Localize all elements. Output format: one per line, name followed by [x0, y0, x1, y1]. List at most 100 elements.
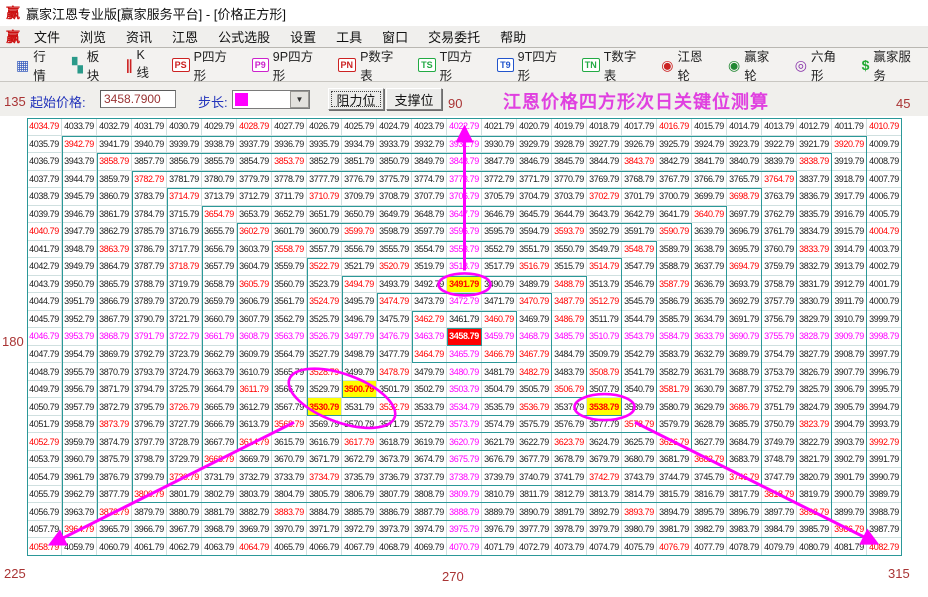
grid-cell: 3607.79 — [237, 311, 272, 329]
grid-cell: 3700.79 — [657, 188, 692, 206]
grid-cell: 3834.79 — [797, 223, 832, 241]
toolbar-button-T四方形[interactable]: TST四方形 — [410, 42, 489, 88]
grid-cell: 4028.79 — [237, 118, 272, 136]
grid-cell: 3698.79 — [727, 188, 762, 206]
kline-icon: ∥ — [126, 58, 133, 72]
grid-cell: 4038.79 — [27, 188, 62, 206]
toolbar-button-P数字表[interactable]: PNP数字表 — [330, 42, 411, 88]
grid-cell: 3949.79 — [62, 258, 97, 276]
grid-cell: 4006.79 — [867, 188, 902, 206]
grid-cell: 3843.79 — [622, 153, 657, 171]
toolbar-button-9T四方形[interactable]: T99T四方形 — [489, 42, 574, 88]
grid-cell: 3507.79 — [587, 381, 622, 399]
grid-cell: 3904.79 — [832, 416, 867, 434]
grid-cell: 3882.79 — [237, 503, 272, 521]
grid-cell: 3818.79 — [762, 486, 797, 504]
grid-cell: 3767.79 — [657, 171, 692, 189]
grid-cell: 3960.79 — [62, 451, 97, 469]
grid-cell: 3902.79 — [832, 451, 867, 469]
grid-cell: 3785.79 — [132, 223, 167, 241]
toolbar-button-行情[interactable]: ▦行情 — [8, 42, 64, 88]
grid-cell: 3540.79 — [622, 381, 657, 399]
grid-cell: 3787.79 — [132, 258, 167, 276]
grid-cell: 3570.79 — [342, 416, 377, 434]
grid-cell: 4032.79 — [97, 118, 132, 136]
chevron-down-icon[interactable]: ▼ — [290, 91, 309, 108]
toolbar-button-赢家服务[interactable]: $赢家服务 — [854, 42, 928, 88]
step-color-dropdown[interactable]: ▼ — [232, 90, 310, 109]
grid-cell: 3954.79 — [62, 346, 97, 364]
grid-cell: 3650.79 — [342, 206, 377, 224]
grid-cell: 3895.79 — [692, 503, 727, 521]
grid-cell: 3637.79 — [692, 258, 727, 276]
grid-cell: 3632.79 — [692, 346, 727, 364]
quote-table-icon: ▦ — [16, 58, 29, 72]
support-button[interactable]: 支撑位 — [386, 88, 442, 110]
grid-cell: 3626.79 — [657, 433, 692, 451]
grid-cell: 3686.79 — [727, 398, 762, 416]
grid-cell: 3707.79 — [412, 188, 447, 206]
toolbar-button-T数字表[interactable]: TNT数字表 — [574, 42, 653, 88]
grid-cell: 3788.79 — [132, 276, 167, 294]
toolbar-button-9P四方形[interactable]: P99P四方形 — [244, 42, 330, 88]
toolbar-button-赢家轮[interactable]: ◉赢家轮 — [720, 42, 787, 88]
grid-cell: 3906.79 — [832, 381, 867, 399]
grid-cell: 3863.79 — [97, 241, 132, 259]
grid-cell: 3872.79 — [97, 398, 132, 416]
grid-cell: 3473.79 — [412, 293, 447, 311]
grid-cell: 4009.79 — [867, 136, 902, 154]
grid-cell: 3591.79 — [622, 223, 657, 241]
angle-label-315: 315 — [888, 566, 910, 581]
grid-cell: 3537.79 — [552, 398, 587, 416]
grid-cell: 3959.79 — [62, 433, 97, 451]
grid-cell: 3729.79 — [167, 451, 202, 469]
grid-cell: 3697.79 — [727, 206, 762, 224]
grid-cell: 4069.79 — [412, 538, 447, 556]
grid-cell: 3873.79 — [97, 416, 132, 434]
grid-cell: 3655.79 — [202, 223, 237, 241]
grid-cell: 3499.79 — [342, 363, 377, 381]
grid-cell: 3854.79 — [237, 153, 272, 171]
grid-cell: 3459.79 — [482, 328, 517, 346]
grid-cell: 3476.79 — [377, 328, 412, 346]
grid-cell: 4022.79 — [447, 118, 482, 136]
grid-cell: 3460.79 — [482, 311, 517, 329]
angle-label-180: 180 — [2, 334, 24, 349]
grid-cell: 4025.79 — [342, 118, 377, 136]
grid-cell: 3583.79 — [657, 346, 692, 364]
toolbar-button-六角形[interactable]: ◎六角形 — [787, 42, 854, 88]
grid-cell: 3589.79 — [657, 241, 692, 259]
grid-cell: 3969.79 — [237, 521, 272, 539]
grid-cell: 3852.79 — [307, 153, 342, 171]
grid-cell: 3497.79 — [342, 328, 377, 346]
grid-cell: 3657.79 — [202, 258, 237, 276]
grid-cell: 3921.79 — [797, 136, 832, 154]
grid-cell: 4018.79 — [587, 118, 622, 136]
gann-wheel-icon: ◉ — [661, 58, 673, 72]
grid-cell: 4017.79 — [622, 118, 657, 136]
grid-cell: 3556.79 — [342, 241, 377, 259]
grid-cell: 3610.79 — [237, 363, 272, 381]
grid-cell: 3483.79 — [552, 363, 587, 381]
grid-cell: 3972.79 — [342, 521, 377, 539]
grid-cell: 3887.79 — [412, 503, 447, 521]
grid-cell: 3944.79 — [62, 171, 97, 189]
toolbar-button-label: 六角形 — [811, 46, 846, 84]
toolbar-button-江恩轮[interactable]: ◉江恩轮 — [653, 42, 720, 88]
toolbar-button-P四方形[interactable]: PSP四方形 — [164, 42, 244, 88]
grid-cell: 3516.79 — [517, 258, 552, 276]
grid-cell: 3656.79 — [202, 241, 237, 259]
grid-cell: 3708.79 — [377, 188, 412, 206]
grid-cell: 3618.79 — [377, 433, 412, 451]
toolbar-button-K线[interactable]: ∥K线 — [118, 44, 164, 85]
grid-cell: 3758.79 — [762, 276, 797, 294]
page-title: 江恩价格四方形次日关键位测算 — [503, 88, 769, 114]
grid-cell: 3983.79 — [727, 521, 762, 539]
resistance-button[interactable]: 阻力位 — [328, 88, 384, 110]
grid-cell: 3912.79 — [832, 276, 867, 294]
grid-cell: 3738.79 — [447, 468, 482, 486]
grid-cell: 3636.79 — [692, 276, 727, 294]
toolbar-button-板块[interactable]: ▚板块 — [64, 42, 118, 88]
start-price-input[interactable] — [100, 90, 176, 108]
grid-cell: 3585.79 — [657, 311, 692, 329]
